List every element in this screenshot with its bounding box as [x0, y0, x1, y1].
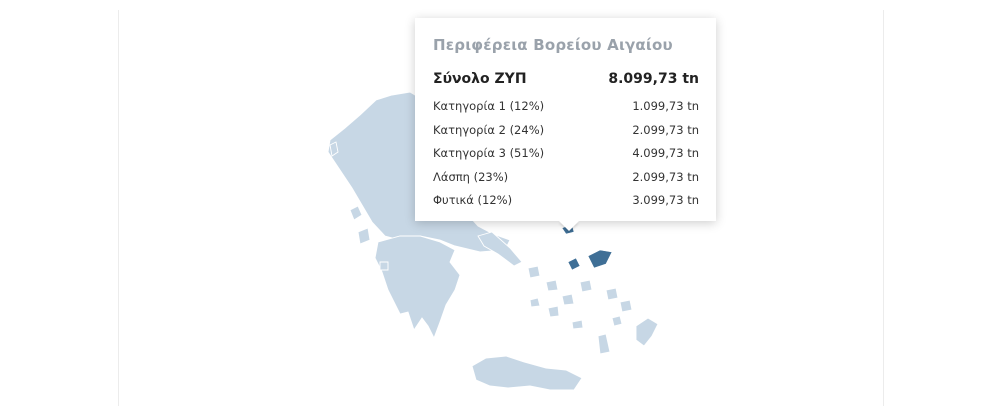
region-north-aegean-lesvos[interactable] — [587, 249, 613, 269]
tooltip-total-label: Σύνολο ΖΥΠ — [433, 71, 527, 87]
region-dodecanese-2[interactable] — [619, 299, 633, 313]
region-cyclades-5[interactable] — [547, 305, 560, 318]
region-peloponnese[interactable] — [374, 235, 461, 340]
tooltip-total-value: 8.099,73 tn — [608, 71, 699, 87]
tooltip-row-label: Κατηγορία 1 (12%) — [433, 99, 545, 113]
region-cyclades-7[interactable] — [571, 319, 584, 330]
tooltip-row-label: Κατηγορία 3 (51%) — [433, 146, 545, 160]
tooltip-row: Κατηγορία 2 (24%) 2.099,73 tn — [433, 119, 699, 143]
region-cyclades-2[interactable] — [545, 279, 559, 292]
tooltip-row-value: 2.099,73 tn — [632, 169, 699, 184]
tooltip-row-value: 1.099,73 tn — [632, 99, 699, 113]
tooltip-region-title: Περιφέρεια Βορείου Αιγαίου — [433, 36, 673, 54]
region-cyclades-6[interactable] — [529, 297, 541, 308]
tooltip-row-value: 2.099,73 tn — [632, 122, 699, 137]
region-tooltip: Περιφέρεια Βορείου Αιγαίου Σύνολο ΖΥΠ 8.… — [415, 18, 716, 221]
region-cyclades-3[interactable] — [561, 293, 575, 306]
tooltip-row-label: Λάσπη (23%) — [433, 169, 509, 184]
tooltip-row-label: Κατηγορία 2 (24%) — [433, 122, 545, 137]
region-cyclades-1[interactable] — [527, 265, 541, 279]
region-north-aegean-chios[interactable] — [567, 257, 581, 271]
tooltip-row-value: 4.099,73 tn — [632, 146, 699, 160]
tooltip-row: Κατηγορία 3 (51%) 4.099,73 tn — [433, 142, 699, 166]
region-karpathos[interactable] — [597, 333, 611, 355]
tooltip-row: Κατηγορία 1 (12%) 1.099,73 tn — [433, 95, 699, 119]
region-ionian-4[interactable] — [379, 261, 389, 271]
region-cyclades-4[interactable] — [579, 279, 593, 293]
region-dodecanese-1[interactable] — [605, 287, 619, 301]
tooltip-row: Φυτικά (12%) 3.099,73 tn — [433, 189, 699, 213]
region-dodecanese-3[interactable] — [611, 315, 623, 327]
region-crete[interactable] — [471, 355, 583, 391]
tooltip-row-label: Φυτικά (12%) — [433, 193, 513, 207]
region-ionian-3[interactable] — [357, 227, 371, 245]
region-rhodes[interactable] — [635, 317, 659, 347]
tooltip-total-row: Σύνολο ΖΥΠ 8.099,73 tn — [433, 71, 699, 87]
region-ionian-2[interactable] — [349, 205, 363, 221]
tooltip-row: Λάσπη (23%) 2.099,73 tn — [433, 166, 699, 190]
tooltip-row-value: 3.099,73 tn — [632, 193, 699, 207]
